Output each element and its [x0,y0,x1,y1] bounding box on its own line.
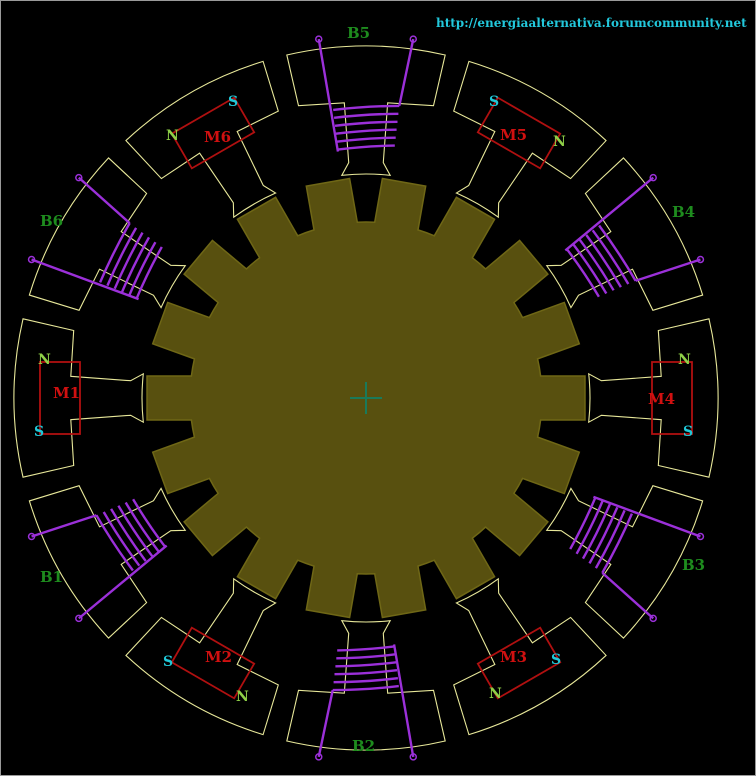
stator-pole [453,60,607,219]
pole-label-m3-s: S [551,652,561,668]
pole-label-m1-s: S [34,424,44,440]
stator-rotor-drawing: http://energiaalternativa.forumcommunity… [0,0,756,776]
pole-label-m2-n: N [236,689,249,705]
magnet-label-m6: M6 [204,128,231,146]
magnet-label-m1: M1 [53,384,80,402]
coil-label-b4: B4 [672,203,695,221]
coil-turns [566,224,637,298]
pole-label-m5-s: S [489,94,499,110]
stator-pole [286,45,446,176]
pole-label-m6-n: N [166,128,179,144]
stator-pole [286,620,446,751]
magnet-label-m2: M2 [205,648,232,666]
coil-label-b3: B3 [682,556,705,574]
coil-label-b6: B6 [40,212,63,230]
coil-lead [392,644,415,758]
stator-pole [125,60,279,219]
stator-pole [453,577,607,736]
magnet-label-m5: M5 [500,126,527,144]
stator-pole [545,157,704,311]
coil-lead [635,258,701,282]
magnet-label-m4: M4 [648,390,675,408]
coil-lead [31,514,97,538]
pole-label-m4-s: S [683,424,693,440]
pole-label-m3-n: N [489,686,502,702]
pole-label-m4-n: N [678,352,691,368]
magnet-label-m3: M3 [500,648,527,666]
motor-diagram: http://energiaalternativa.forumcommunity… [0,0,756,776]
pole-label-m2-s: S [163,654,173,670]
pole-label-m5-n: N [553,134,566,150]
coil-winding [314,35,418,152]
coil-turns [332,645,399,692]
coil-turns [333,104,400,151]
coil-lead [601,571,654,620]
coil-lead [593,495,701,538]
coil-label-b5: B5 [347,24,370,42]
coil-lead [398,38,415,107]
coil-lead [78,176,131,225]
source-url: http://energiaalternativa.forumcommunity… [436,16,747,30]
coil-lead [317,38,340,152]
coil-lead [31,258,139,301]
coil-lead [317,689,334,758]
coil-label-b1: B1 [40,568,63,586]
pole-label-m1-n: N [38,352,51,368]
coil-turns [95,498,166,572]
pole-label-m6-s: S [228,94,238,110]
stator-pole [28,485,187,639]
coil-label-b2: B2 [352,737,375,755]
coil-winding [27,173,163,301]
stator-pole [125,577,279,736]
